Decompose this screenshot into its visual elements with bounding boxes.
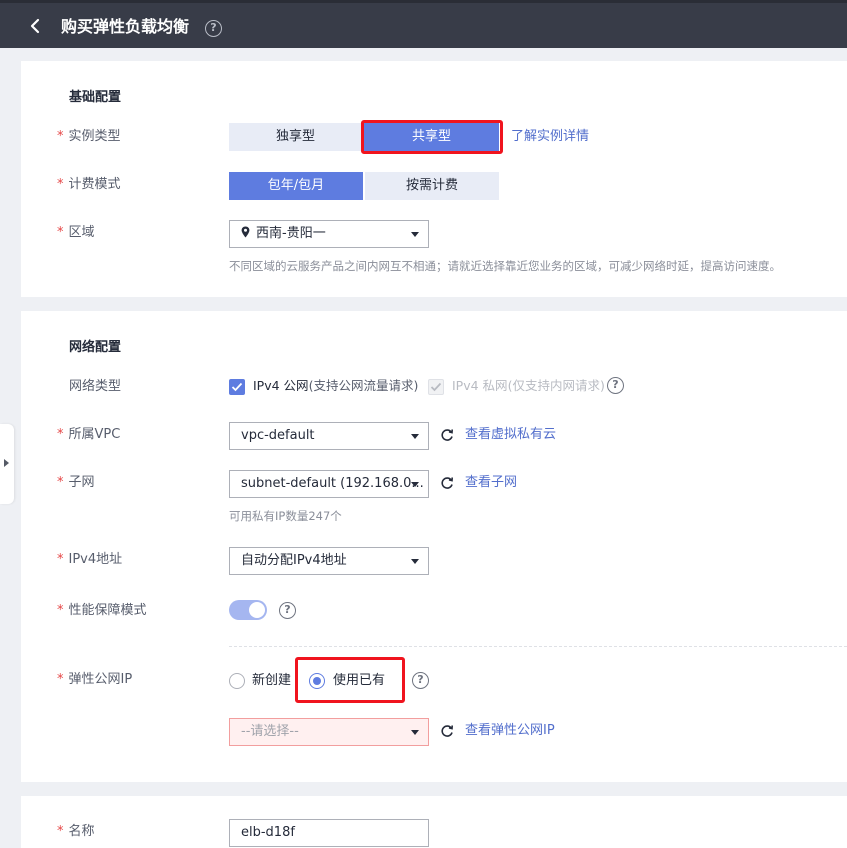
instance-type-dedicated[interactable]: 独享型 bbox=[229, 123, 362, 151]
instance-type-shared[interactable]: 共享型 bbox=[364, 123, 499, 151]
view-vpc-link[interactable]: 查看虚拟私有云 bbox=[465, 426, 556, 444]
check-icon bbox=[231, 382, 243, 392]
eip-create-new-label: 新创建 bbox=[252, 673, 292, 688]
caret-down-icon bbox=[411, 232, 419, 237]
top-bar: 购买弹性负载均衡 ? bbox=[0, 0, 847, 48]
required-mark: * bbox=[57, 427, 64, 442]
required-mark: * bbox=[57, 129, 64, 144]
eip-select-placeholder: --请选择-- bbox=[241, 724, 299, 739]
ipv4-address-select[interactable]: 自动分配IPv4地址 bbox=[229, 547, 429, 575]
region-select-value: 西南-贵阳一 bbox=[256, 226, 326, 241]
section-title-network: 网络配置 bbox=[69, 340, 122, 355]
required-mark: * bbox=[57, 672, 64, 687]
ipv4-address-select-value: 自动分配IPv4地址 bbox=[241, 553, 347, 568]
location-pin-icon bbox=[241, 226, 250, 238]
page-title: 购买弹性负载均衡 bbox=[61, 17, 190, 36]
caret-down-icon bbox=[411, 434, 419, 439]
name-label: * 名称 bbox=[57, 824, 95, 839]
refresh-icon[interactable] bbox=[440, 476, 454, 490]
question-circle-icon[interactable]: ? bbox=[607, 377, 624, 394]
sidebar-expand-handle[interactable] bbox=[0, 424, 14, 504]
refresh-icon[interactable] bbox=[440, 428, 454, 442]
eip-use-existing-label: 使用已有 bbox=[333, 673, 386, 688]
caret-down-icon bbox=[411, 559, 419, 564]
chevron-left-icon bbox=[30, 18, 40, 34]
eip-select[interactable]: --请选择-- bbox=[229, 718, 429, 746]
caret-down-icon bbox=[411, 482, 419, 487]
name-input[interactable]: elb-d18f bbox=[229, 819, 429, 847]
refresh-icon[interactable] bbox=[440, 724, 454, 738]
ipv4-public-label: IPv4 公网(支持公网流量请求) bbox=[253, 378, 419, 393]
required-mark: * bbox=[57, 552, 64, 567]
ipv4-public-checkbox[interactable] bbox=[229, 379, 245, 395]
question-circle-icon[interactable]: ? bbox=[412, 672, 429, 689]
billing-on-demand[interactable]: 按需计费 bbox=[365, 172, 499, 200]
question-circle-icon[interactable]: ? bbox=[205, 20, 222, 37]
ipv4-private-label: IPv4 私网(仅支持内网请求) bbox=[452, 378, 605, 393]
toggle-knob bbox=[249, 602, 265, 618]
required-mark: * bbox=[57, 603, 64, 618]
required-mark: * bbox=[57, 177, 64, 192]
network-config-card: 网络配置 网络类型 IPv4 公网(支持公网流量请求) IPv4 私网(仅支持内… bbox=[21, 311, 847, 782]
vpc-select[interactable]: vpc-default bbox=[229, 422, 429, 450]
eip-radio-use-existing[interactable] bbox=[309, 673, 325, 689]
subnet-hint: 可用私有IP数量247个 bbox=[229, 509, 342, 523]
instance-type-label: * 实例类型 bbox=[57, 129, 121, 144]
required-mark: * bbox=[57, 225, 64, 240]
performance-mode-label: * 性能保障模式 bbox=[57, 603, 147, 618]
required-mark: * bbox=[57, 475, 64, 490]
instance-details-link[interactable]: 了解实例详情 bbox=[511, 128, 589, 146]
eip-label: * 弹性公网IP bbox=[57, 672, 133, 687]
back-button[interactable] bbox=[26, 15, 46, 37]
billing-mode-label: * 计费模式 bbox=[57, 177, 121, 192]
section-title-basic: 基础配置 bbox=[69, 90, 122, 105]
question-circle-icon[interactable]: ? bbox=[279, 602, 296, 619]
caret-down-icon bbox=[411, 730, 419, 735]
performance-mode-toggle[interactable] bbox=[229, 600, 267, 620]
vpc-label: * 所属VPC bbox=[57, 427, 121, 442]
name-card: * 名称 elb-d18f bbox=[21, 796, 847, 848]
check-icon bbox=[430, 382, 442, 392]
required-mark: * bbox=[57, 824, 64, 839]
subnet-select[interactable]: subnet-default (192.168.0... bbox=[229, 470, 429, 498]
vpc-select-value: vpc-default bbox=[241, 428, 315, 443]
view-eip-link[interactable]: 查看弹性公网IP bbox=[465, 722, 555, 740]
basic-config-card: 基础配置 * 实例类型 独享型 共享型 了解实例详情 * 计费模式 包年/包月 按需… bbox=[21, 61, 847, 297]
subnet-select-value: subnet-default (192.168.0... bbox=[241, 476, 424, 491]
region-hint: 不同区域的云服务产品之间内网互不相通；请就近选择靠近您业务的区域，可减少网络时延… bbox=[229, 259, 781, 273]
ipv4-address-label: * IPv4地址 bbox=[57, 552, 123, 567]
billing-yearly-monthly[interactable]: 包年/包月 bbox=[229, 172, 363, 200]
caret-right-icon bbox=[4, 459, 9, 467]
network-type-label: 网络类型 bbox=[69, 379, 122, 394]
ipv4-private-checkbox[interactable] bbox=[428, 379, 444, 395]
subnet-label: * 子网 bbox=[57, 475, 95, 490]
view-subnet-link[interactable]: 查看子网 bbox=[465, 474, 517, 492]
region-label: * 区域 bbox=[57, 225, 95, 240]
section-divider bbox=[229, 646, 847, 647]
eip-radio-create-new[interactable] bbox=[229, 673, 245, 689]
region-select[interactable]: 西南-贵阳一 bbox=[229, 220, 429, 248]
